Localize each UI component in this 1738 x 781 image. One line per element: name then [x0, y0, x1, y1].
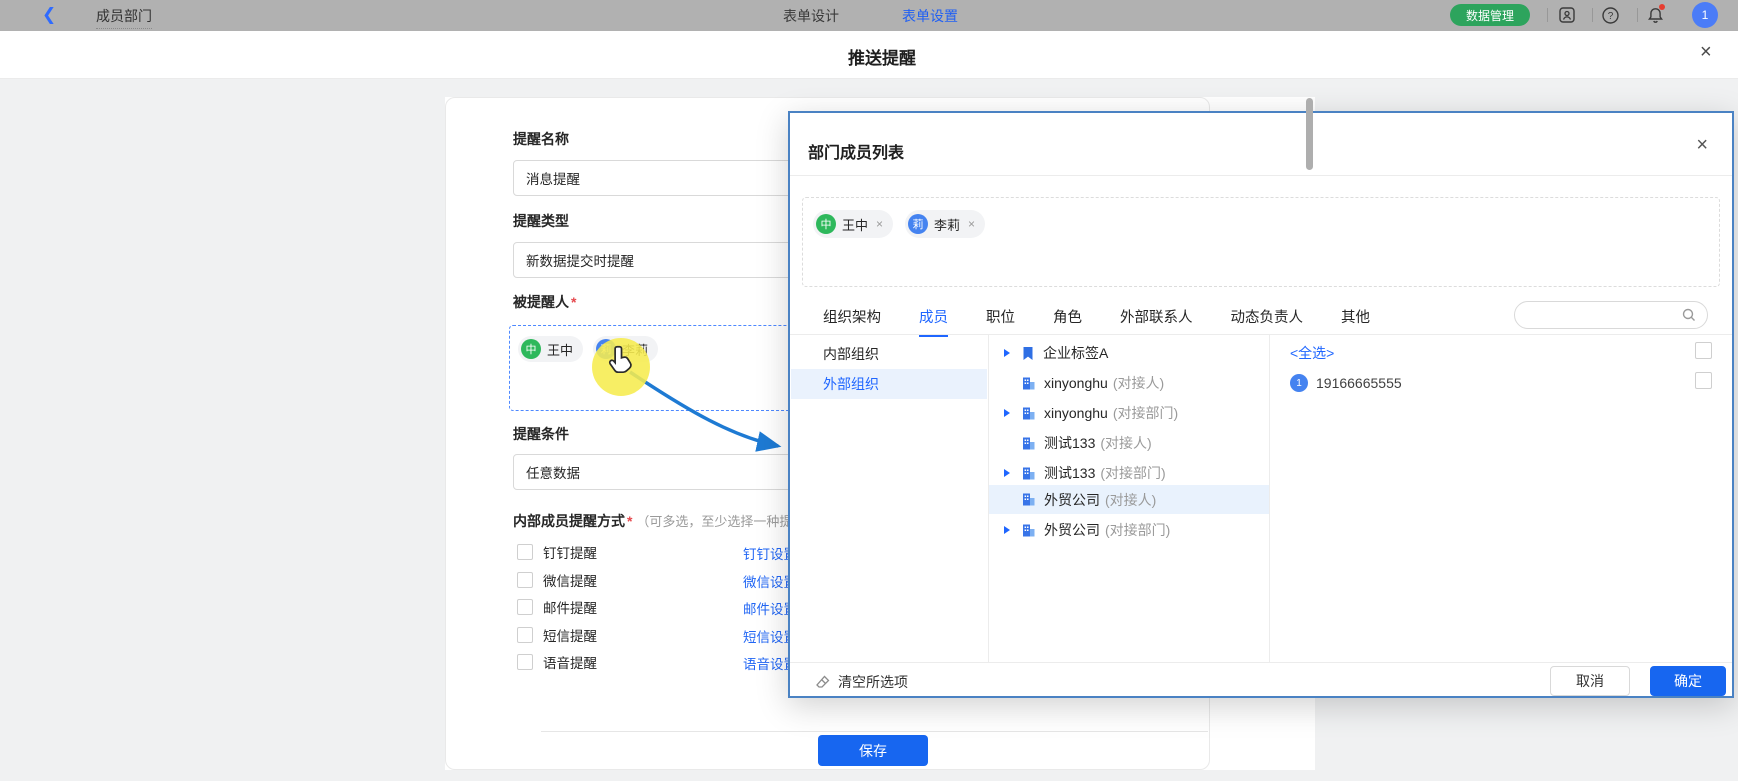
tab-position[interactable]: 职位 [986, 306, 1015, 329]
department-member-modal: 部门成员列表 × 中 王中 × 莉 李莉 × 组织架构 成员 职位 角色 外部联… [788, 111, 1734, 698]
save-button[interactable]: 保存 [818, 735, 928, 766]
member-row[interactable]: 1 19166665555 [1290, 374, 1402, 392]
divider [790, 334, 1732, 335]
field-label-name: 提醒名称 [513, 129, 569, 149]
building-icon [1021, 436, 1036, 451]
org-group-external[interactable]: 外部组织 [791, 369, 987, 399]
selected-member-tag[interactable]: 中 王中 × [813, 210, 893, 238]
building-icon [1021, 376, 1036, 391]
field-label-condition: 提醒条件 [513, 424, 569, 444]
eraser-icon [815, 674, 831, 690]
method-row-sms: 短信提醒 [517, 625, 597, 645]
divider [1547, 8, 1548, 22]
member-phone: 19166665555 [1316, 375, 1402, 391]
checkbox[interactable] [517, 627, 533, 643]
tab-role[interactable]: 角色 [1053, 306, 1082, 329]
hand-cursor-icon [608, 344, 638, 376]
tree-row-waimao-dept[interactable]: 外贸公司(对接部门) [989, 515, 1269, 545]
selected-members-box[interactable]: 中 王中 × 莉 李莉 × [802, 197, 1720, 287]
tab-external-contacts[interactable]: 外部联系人 [1120, 306, 1193, 329]
caret-right-icon[interactable] [1004, 526, 1010, 534]
notification-dot [1659, 4, 1665, 10]
member-name: 李莉 [934, 215, 960, 234]
divider [790, 175, 1732, 176]
modal-close-icon[interactable]: × [1696, 135, 1708, 155]
building-icon [1021, 492, 1036, 507]
tree-row-test133-contact[interactable]: 测试133(对接人) [989, 428, 1269, 458]
member-name: 王中 [842, 215, 868, 234]
method-row-wechat: 微信提醒 [517, 570, 597, 590]
svg-text:?: ? [1607, 11, 1613, 22]
caret-right-icon[interactable] [1004, 469, 1010, 477]
divider [790, 662, 1732, 663]
avatar: 中 [816, 214, 836, 234]
building-icon [1021, 466, 1036, 481]
bookmark-icon [1021, 346, 1035, 361]
checkbox[interactable] [517, 544, 533, 560]
clear-selection-button[interactable]: 清空所选项 [815, 672, 908, 692]
tree-row-xinyonghu-contact[interactable]: xinyonghu(对接人) [989, 368, 1269, 398]
required-mark: * [571, 294, 576, 310]
remove-tag-icon[interactable]: × [968, 217, 975, 231]
tree-row-xinyonghu-dept[interactable]: xinyonghu(对接部门) [989, 398, 1269, 428]
page-title: 推送提醒 [812, 44, 952, 69]
select-all-link[interactable]: <全选> [1290, 343, 1334, 363]
checkbox[interactable] [517, 654, 533, 670]
tab-other[interactable]: 其他 [1341, 306, 1370, 329]
building-icon [1021, 406, 1036, 421]
search-icon [1681, 307, 1697, 323]
tree-row-test133-dept[interactable]: 测试133(对接部门) [989, 458, 1269, 488]
member-avatar: 1 [1290, 374, 1308, 392]
notification-bell-icon[interactable] [1644, 4, 1666, 26]
modal-tab-bar: 组织架构 成员 职位 角色 外部联系人 动态负责人 其他 [823, 301, 1370, 333]
top-bar: ❮ 成员部门 表单设计 表单设置 数据管理 ? 1 [0, 0, 1738, 31]
building-icon [1021, 523, 1036, 538]
tab-members[interactable]: 成员 [919, 306, 948, 329]
field-label-methods: 内部成员提醒方式* （可多选，至少选择一种提醒 [513, 511, 805, 531]
remove-tag-icon[interactable]: × [876, 217, 883, 231]
help-icon[interactable]: ? [1599, 4, 1621, 26]
member-checkbox[interactable] [1695, 372, 1712, 389]
tree-row-waimao-contact-selected[interactable]: 外贸公司(对接人) [989, 485, 1269, 514]
method-row-email: 邮件提醒 [517, 597, 597, 617]
recipient-name: 王中 [547, 340, 573, 359]
checkbox[interactable] [517, 572, 533, 588]
selected-member-tag[interactable]: 莉 李莉 × [905, 210, 985, 238]
recipient-tag[interactable]: 中 王中 [518, 336, 583, 362]
modal-title: 部门成员列表 [808, 139, 904, 163]
select-all-checkbox[interactable] [1695, 342, 1712, 359]
method-row-dingtalk: 钉钉提醒 [517, 542, 597, 562]
confirm-button[interactable]: 确定 [1650, 666, 1726, 696]
divider [1637, 8, 1638, 22]
caret-right-icon[interactable] [1004, 349, 1010, 357]
methods-note: （可多选，至少选择一种提醒 [636, 514, 805, 529]
contacts-icon[interactable] [1556, 4, 1578, 26]
data-manage-button[interactable]: 数据管理 [1450, 4, 1530, 26]
method-row-voice: 语音提醒 [517, 652, 597, 672]
tab-dynamic-owner[interactable]: 动态负责人 [1231, 306, 1304, 329]
org-group-internal[interactable]: 内部组织 [791, 339, 987, 369]
checkbox[interactable] [517, 599, 533, 615]
page-scrollbar-thumb[interactable] [1306, 98, 1313, 170]
tab-form-settings[interactable]: 表单设置 [902, 6, 958, 26]
tab-org-structure[interactable]: 组织架构 [823, 306, 881, 329]
field-label-recipients: 被提醒人* [513, 292, 576, 312]
user-avatar[interactable]: 1 [1692, 2, 1718, 28]
required-mark: * [627, 513, 632, 529]
caret-right-icon[interactable] [1004, 409, 1010, 417]
field-label-type: 提醒类型 [513, 211, 569, 231]
member-search-input[interactable] [1514, 301, 1708, 329]
tab-form-design[interactable]: 表单设计 [783, 6, 839, 26]
document-title[interactable]: 成员部门 [96, 6, 152, 29]
back-button[interactable]: ❮ [42, 5, 56, 25]
cancel-button[interactable]: 取消 [1550, 666, 1630, 696]
divider [1269, 334, 1270, 662]
avatar: 莉 [908, 214, 928, 234]
page-close-icon[interactable]: × [1700, 42, 1712, 62]
tree-row-tag-a[interactable]: 企业标签A [989, 338, 1269, 368]
avatar: 中 [521, 339, 541, 359]
divider [541, 731, 1208, 732]
divider [1592, 8, 1593, 22]
